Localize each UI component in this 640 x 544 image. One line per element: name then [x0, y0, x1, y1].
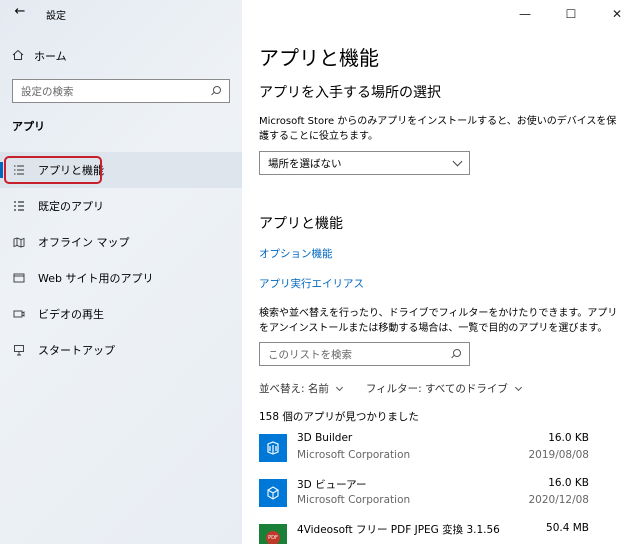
sort-label: 並べ替え: 名前: [259, 383, 329, 395]
search-icon: [450, 348, 461, 360]
app-size: 50.4 MB: [546, 522, 589, 534]
chevron-down-icon: [335, 383, 343, 391]
app-list-item[interactable]: PDF 4Videosoft フリー PDF JPEG 変換 3.1.56 50…: [259, 520, 589, 544]
caption-buttons: — ☐ ✕: [502, 0, 640, 28]
app-date: 2019/08/08: [528, 449, 589, 461]
sidebar-item-apps-features[interactable]: アプリと機能: [0, 152, 242, 188]
filter-label: フィルター: すべてのドライブ: [365, 383, 508, 395]
app-publisher: Microsoft Corporation: [297, 449, 411, 461]
pdf-converter-icon: PDF: [259, 524, 287, 544]
app-date: 2020/12/08: [528, 494, 589, 506]
install-source-dropdown[interactable]: 場所を選ばない: [259, 151, 470, 175]
video-playback-icon: [12, 307, 26, 321]
home-link[interactable]: ホーム: [12, 44, 67, 68]
chevron-down-icon: [514, 383, 522, 391]
active-indicator: [0, 162, 3, 178]
sidebar-item-label: オフライン マップ: [38, 236, 130, 249]
pdf-badge: PDF: [266, 531, 280, 544]
sidebar-section-label: アプリ: [12, 120, 45, 133]
settings-search-placeholder: 設定の検索: [21, 85, 74, 98]
app-list-item[interactable]: 3D Builder Microsoft Corporation 16.0 KB…: [259, 430, 589, 470]
search-icon: [210, 85, 221, 97]
app-name: 3D Builder: [297, 432, 353, 444]
filter-dropdown[interactable]: フィルター: すべてのドライブ: [365, 381, 522, 396]
minimize-button[interactable]: —: [502, 0, 548, 28]
sidebar-item-label: ビデオの再生: [38, 308, 104, 321]
app-publisher: Microsoft Corporation: [297, 494, 411, 506]
sidebar-nav: アプリと機能 既定のアプリ オフライン マップ Web サイト用のアプリ ビデオ…: [0, 152, 242, 368]
app-list-search-placeholder: このリストを検索: [268, 348, 352, 361]
3d-builder-icon: [259, 434, 287, 462]
chevron-down-icon: [452, 156, 463, 166]
sidebar-item-offline-maps[interactable]: オフライン マップ: [0, 224, 242, 260]
home-icon: [12, 49, 24, 64]
sidebar-item-video-playback[interactable]: ビデオの再生: [0, 296, 242, 332]
install-source-description: Microsoft Store からのみアプリをインストールすると、お使いのデバ…: [259, 116, 617, 142]
window-title: 設定: [46, 11, 66, 22]
install-source-heading: アプリを入手する場所の選択: [259, 85, 441, 101]
maximize-button[interactable]: ☐: [548, 0, 594, 28]
app-count: 158 個のアプリが見つかりました: [259, 411, 419, 423]
default-apps-icon: [12, 199, 26, 213]
app-size: 16.0 KB: [548, 432, 589, 444]
sidebar-item-startup[interactable]: スタートアップ: [0, 332, 242, 368]
main-pane: — ☐ ✕ アプリと機能 アプリを入手する場所の選択 Microsoft Sto…: [242, 0, 640, 544]
sidebar-item-label: 既定のアプリ: [38, 200, 104, 213]
startup-icon: [12, 343, 26, 357]
sidebar-item-label: アプリと機能: [38, 164, 104, 177]
sidebar-item-website-apps[interactable]: Web サイト用のアプリ: [0, 260, 242, 296]
sort-dropdown[interactable]: 並べ替え: 名前: [259, 381, 343, 396]
apps-features-heading: アプリと機能: [259, 216, 343, 232]
sidebar: ← 設定 ホーム 設定の検索 アプリ アプリと機能 既定のアプリ オフライン マ…: [0, 0, 242, 544]
close-button[interactable]: ✕: [594, 0, 640, 28]
page-title: アプリと機能: [259, 46, 379, 70]
app-size: 16.0 KB: [548, 477, 589, 489]
home-label: ホーム: [34, 50, 67, 63]
app-name: 3D ビューアー: [297, 479, 367, 491]
back-arrow-icon[interactable]: ←: [12, 4, 28, 19]
sidebar-item-label: Web サイト用のアプリ: [38, 272, 154, 285]
website-apps-icon: [12, 271, 26, 285]
3d-viewer-icon: [259, 479, 287, 507]
dropdown-value: 場所を選ばない: [268, 157, 342, 170]
offline-map-icon: [12, 235, 26, 249]
app-list-item[interactable]: 3D ビューアー Microsoft Corporation 16.0 KB 2…: [259, 475, 589, 515]
apps-description: 検索や並べ替えを行ったり、ドライブでフィルターをかけたりできます。アプリをアンイ…: [259, 308, 618, 334]
app-list-search-input[interactable]: このリストを検索: [259, 342, 470, 366]
app-execution-alias-link[interactable]: アプリ実行エイリアス: [259, 276, 364, 291]
optional-features-link[interactable]: オプション機能: [259, 246, 333, 261]
settings-search-input[interactable]: 設定の検索: [12, 79, 230, 103]
app-name: 4Videosoft フリー PDF JPEG 変換 3.1.56: [297, 524, 500, 536]
apps-list-icon: [12, 163, 26, 177]
filters-row: 並べ替え: 名前 フィルター: すべてのドライブ: [259, 381, 522, 396]
sidebar-item-label: スタートアップ: [38, 344, 115, 357]
sidebar-item-default-apps[interactable]: 既定のアプリ: [0, 188, 242, 224]
